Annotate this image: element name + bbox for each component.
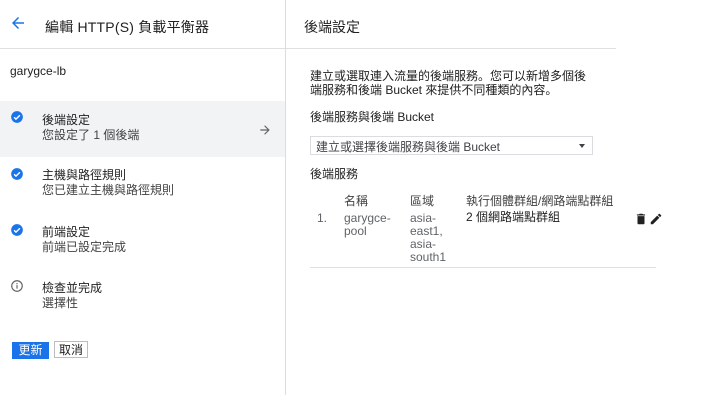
step-subtitle: 您設定了 1 個後端 xyxy=(42,128,140,142)
description: 建立或選取連入流量的後端服務。您可以新增多個後 端服務和後端 Bucket 來提… xyxy=(310,69,610,97)
name-line: pool xyxy=(344,224,367,238)
edit-icon[interactable] xyxy=(649,212,663,226)
page-title: 編輯 HTTP(S) 負載平衡器 xyxy=(45,19,210,35)
backend-services-buckets-label: 後端服務與後端 Bucket xyxy=(310,110,435,124)
row-index: 1. xyxy=(317,211,328,225)
step-subtitle: 前端已設定完成 xyxy=(42,240,127,254)
section-title: 後端設定 xyxy=(304,19,360,35)
update-button[interactable]: 更新 xyxy=(12,342,49,359)
step-frontend-config[interactable]: 前端設定 前端已設定完成 xyxy=(0,214,285,262)
row-name: garygce- pool xyxy=(344,212,391,238)
region-line: south1 xyxy=(410,250,447,264)
check-circle-icon xyxy=(11,111,23,123)
load-balancer-name: garygce-lb xyxy=(10,64,67,78)
left-panel: 編輯 HTTP(S) 負載平衡器 garygce-lb 後端設定 您設定了 1 … xyxy=(0,0,286,395)
row-region: asia- east1, asia- south1 xyxy=(410,212,446,264)
backend-services-label: 後端服務 xyxy=(310,167,359,181)
step-host-path-rules[interactable]: 主機與路徑規則 您已建立主機與路徑規則 xyxy=(0,158,285,206)
description-line: 端服務和後端 Bucket 來提供不同種類的內容。 xyxy=(310,83,558,97)
backend-select-dropdown[interactable]: 建立或選擇後端服務與後端 Bucket xyxy=(310,136,593,155)
info-icon xyxy=(11,280,23,292)
back-arrow-icon[interactable] xyxy=(9,14,27,32)
dropdown-caret-icon xyxy=(579,144,585,148)
check-circle-icon xyxy=(11,168,23,180)
step-backend-config[interactable]: 後端設定 您設定了 1 個後端 xyxy=(0,101,285,157)
arrow-right-icon xyxy=(260,125,270,135)
select-placeholder: 建立或選擇後端服務與後端 Bucket xyxy=(316,140,501,154)
step-subtitle: 您已建立主機與路徑規則 xyxy=(42,183,175,197)
description-line: 建立或選取連入流量的後端服務。您可以新增多個後 xyxy=(310,69,587,83)
row-groups: 2 個網路端點群組 xyxy=(466,210,561,224)
left-header: 編輯 HTTP(S) 負載平衡器 xyxy=(0,0,285,49)
table-row[interactable]: 1. garygce- pool asia- east1, asia- sout… xyxy=(310,205,662,268)
cancel-button[interactable]: 取消 xyxy=(54,341,88,358)
right-header: 後端設定 xyxy=(286,0,616,49)
right-panel: 後端設定 建立或選取連入流量的後端服務。您可以新增多個後 端服務和後端 Buck… xyxy=(286,0,707,395)
step-subtitle: 選擇性 xyxy=(42,296,79,310)
step-review-finalize[interactable]: 檢查並完成 選擇性 xyxy=(0,270,285,318)
delete-icon[interactable] xyxy=(634,212,648,226)
check-circle-icon xyxy=(11,224,23,236)
